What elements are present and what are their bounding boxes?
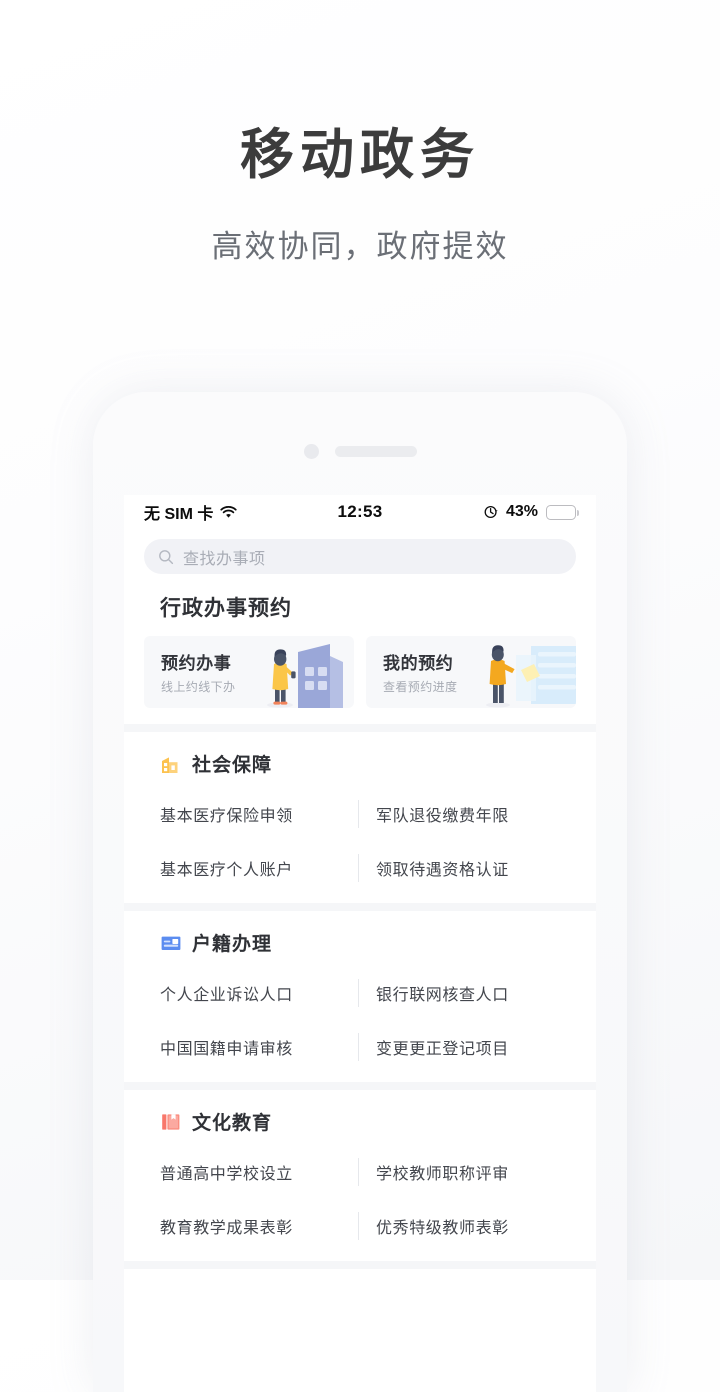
category-header: 社会保障: [144, 746, 576, 781]
list-item[interactable]: 学校教师职称评审: [358, 1145, 576, 1199]
phone-top-hardware: [93, 444, 627, 459]
list-item[interactable]: 基本医疗个人账户: [144, 841, 360, 895]
booking-section-title: 行政办事预约: [160, 597, 292, 620]
search-icon: [158, 549, 174, 565]
list-item[interactable]: 教育教学成果表彰: [144, 1199, 360, 1253]
earpiece-speaker: [334, 446, 417, 457]
search-input[interactable]: 查找办事项: [144, 539, 576, 574]
card-subtitle: 线上约线下办: [161, 680, 236, 694]
front-camera-icon: [303, 444, 319, 459]
list-item[interactable]: 个人企业诉讼人口: [144, 966, 360, 1020]
card-my-appointments[interactable]: 我的预约 查看预约进度: [366, 636, 576, 708]
card-subtitle: 查看预约进度: [383, 680, 458, 694]
category-name: 户籍办理: [192, 934, 273, 955]
card-make-appointment[interactable]: 预约办事 线上约线下办: [144, 636, 354, 708]
category-header: 户籍办理: [144, 925, 576, 960]
category-items: 普通高中学校设立 学校教师职称评审 教育教学成果表彰 优秀特级教师表彰: [144, 1139, 576, 1255]
id-card-icon: [160, 932, 182, 954]
category-name: 社会保障: [192, 755, 273, 776]
promo-header: 移动政务 高效协同，政府提效: [0, 0, 720, 266]
phone-mockup: 无 SIM 卡 12:53 43% 查找办事项 行政办事预约 预约办事 线上约线…: [93, 392, 627, 1392]
list-item[interactable]: 变更更正登记项目: [358, 1020, 576, 1074]
search-area: 查找办事项: [124, 529, 596, 574]
page-subtitle: 高效协同，政府提效: [211, 229, 509, 265]
category-name: 文化教育: [192, 1113, 273, 1134]
list-item[interactable]: 领取待遇资格认证: [358, 841, 576, 895]
phone-screen: 无 SIM 卡 12:53 43% 查找办事项 行政办事预约 预约办事 线上约线…: [124, 495, 596, 1392]
search-placeholder: 查找办事项: [183, 550, 266, 568]
list-item[interactable]: 中国国籍申请审核: [144, 1020, 360, 1074]
list-item[interactable]: 军队退役缴费年限: [358, 787, 576, 841]
category-section-next-clipped: [124, 1261, 596, 1301]
booking-cards: 预约办事 线上约线下办 我的预约 查看预约进度: [144, 636, 576, 708]
category-section-culture-education: 文化教育 普通高中学校设立 学校教师职称评审 教育教学成果表彰 优秀特级教师表彰: [124, 1082, 596, 1261]
list-item[interactable]: 基本医疗保险申领: [144, 787, 360, 841]
location-services-icon: [484, 505, 498, 519]
category-section-household-registration: 户籍办理 个人企业诉讼人口 银行联网核查人口 中国国籍申请审核 变更更正登记项目: [124, 903, 596, 1082]
category-items: 基本医疗保险申领 军队退役缴费年限 基本医疗个人账户 领取待遇资格认证: [144, 781, 576, 897]
list-item[interactable]: 银行联网核查人口: [358, 966, 576, 1020]
battery-percent-label: 43%: [505, 503, 539, 520]
card-title: 预约办事: [161, 654, 232, 673]
wifi-icon: [220, 505, 237, 519]
building-icon: [160, 753, 182, 775]
carrier-label: 无 SIM 卡: [144, 506, 214, 523]
list-item[interactable]: 普通高中学校设立: [144, 1145, 360, 1199]
booking-section: 行政办事预约 预约办事 线上约线下办 我的预约 查看预约进度: [124, 574, 596, 724]
book-icon: [160, 1111, 182, 1133]
status-bar: 无 SIM 卡 12:53 43%: [124, 495, 596, 529]
page-title: 移动政务: [240, 125, 480, 185]
category-items: 个人企业诉讼人口 银行联网核查人口 中国国籍申请审核 变更更正登记项目: [144, 960, 576, 1076]
person-and-government-building-illustration: [246, 636, 354, 708]
status-clock: 12:53: [337, 502, 383, 521]
category-header: 文化教育: [144, 1104, 576, 1139]
person-and-documents-illustration: [468, 636, 576, 708]
card-title: 我的预约: [383, 654, 454, 673]
category-section-social-security: 社会保障 基本医疗保险申领 军队退役缴费年限 基本医疗个人账户 领取待遇资格认证: [124, 724, 596, 903]
list-item[interactable]: 优秀特级教师表彰: [358, 1199, 576, 1253]
battery-icon: [546, 504, 580, 520]
